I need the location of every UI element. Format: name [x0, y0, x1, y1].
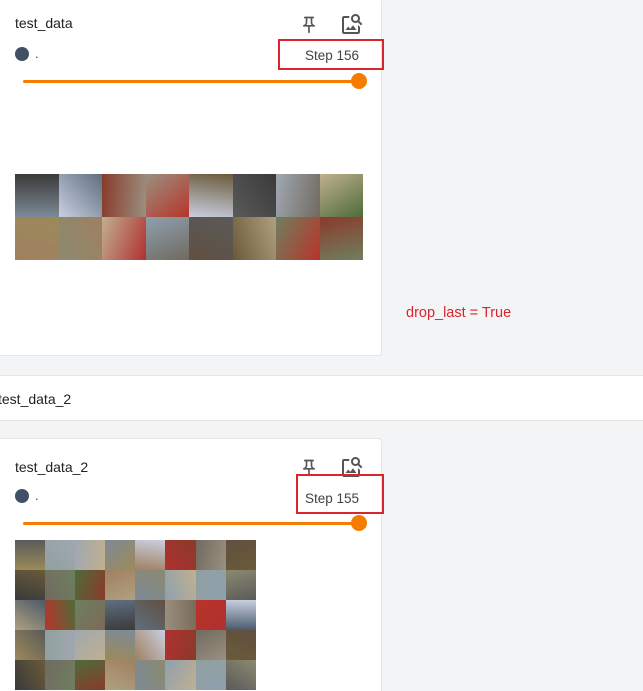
image-thumbnail — [75, 570, 106, 600]
image-thumbnail — [105, 630, 136, 660]
slider-track[interactable] — [23, 522, 361, 525]
image-thumbnail — [15, 217, 59, 260]
image-thumbnail — [195, 630, 226, 660]
annotation-text: drop_last = True — [406, 305, 512, 321]
image-thumbnail — [225, 540, 256, 570]
image-thumbnail — [165, 570, 196, 600]
slider-thumb[interactable] — [351, 515, 367, 531]
image-thumbnail — [58, 217, 102, 260]
image-thumbnail — [189, 174, 233, 217]
image-thumbnail — [225, 630, 256, 660]
step-slider[interactable] — [23, 515, 367, 531]
image-thumbnail — [165, 630, 196, 660]
image-thumbnail — [145, 217, 189, 260]
image-thumbnail — [225, 660, 256, 690]
pin-icon[interactable] — [299, 15, 319, 35]
image-thumbnail — [276, 217, 320, 260]
image-thumbnail — [15, 600, 46, 630]
image-thumbnail — [15, 174, 59, 217]
image-thumbnail — [102, 174, 146, 217]
image-thumbnail — [58, 174, 102, 217]
image-thumbnail — [195, 540, 226, 570]
image-thumbnail — [15, 660, 46, 690]
slider-thumb[interactable] — [351, 73, 367, 89]
image-thumbnail — [165, 600, 196, 630]
image-thumbnail — [319, 217, 363, 260]
section-title: test_data_2 — [0, 391, 72, 407]
image-thumbnail — [105, 600, 136, 630]
image-thumbnail — [145, 174, 189, 217]
image-thumbnail — [75, 630, 106, 660]
run-color-dot — [15, 489, 29, 503]
image-thumbnail — [195, 660, 226, 690]
run-label: . — [35, 488, 39, 503]
step-slider[interactable] — [23, 73, 367, 89]
image-thumbnail — [75, 600, 106, 630]
image-thumbnail — [105, 660, 136, 690]
image-thumbnail — [45, 630, 76, 660]
run-color-dot — [15, 47, 29, 61]
image-thumbnail — [105, 540, 136, 570]
image-thumbnail — [75, 660, 106, 690]
image-thumbnail — [195, 600, 226, 630]
image-grid — [15, 174, 363, 260]
section-header[interactable]: test_data_2 — [0, 375, 643, 421]
image-thumbnail — [45, 600, 76, 630]
image-thumbnail — [45, 660, 76, 690]
image-thumbnail — [135, 540, 166, 570]
run-label: . — [35, 46, 39, 61]
highlight-box — [278, 39, 384, 70]
image-thumbnail — [232, 217, 276, 260]
image-thumbnail — [232, 174, 276, 217]
image-thumbnail — [15, 570, 46, 600]
image-thumbnail — [15, 540, 46, 570]
image-thumbnail — [135, 600, 166, 630]
card-title: test_data_2 — [15, 459, 89, 475]
slider-track[interactable] — [23, 80, 361, 83]
card-title: test_data — [15, 15, 73, 31]
image-thumbnail — [15, 630, 46, 660]
image-thumbnail — [75, 540, 106, 570]
run-legend: . — [15, 489, 39, 503]
image-grid — [15, 540, 256, 690]
run-legend: . — [15, 47, 39, 61]
image-thumbnail — [319, 174, 363, 217]
highlight-box — [296, 474, 384, 514]
image-thumbnail — [165, 540, 196, 570]
image-thumbnail — [276, 174, 320, 217]
image-thumbnail — [165, 660, 196, 690]
image-thumbnail — [135, 630, 166, 660]
image-thumbnail — [135, 570, 166, 600]
image-thumbnail — [225, 600, 256, 630]
image-thumbnail — [45, 540, 76, 570]
image-thumbnail — [189, 217, 233, 260]
image-search-icon[interactable] — [340, 12, 364, 36]
image-thumbnail — [135, 660, 166, 690]
image-thumbnail — [45, 570, 76, 600]
image-thumbnail — [102, 217, 146, 260]
image-thumbnail — [225, 570, 256, 600]
image-thumbnail — [105, 570, 136, 600]
image-thumbnail — [195, 570, 226, 600]
